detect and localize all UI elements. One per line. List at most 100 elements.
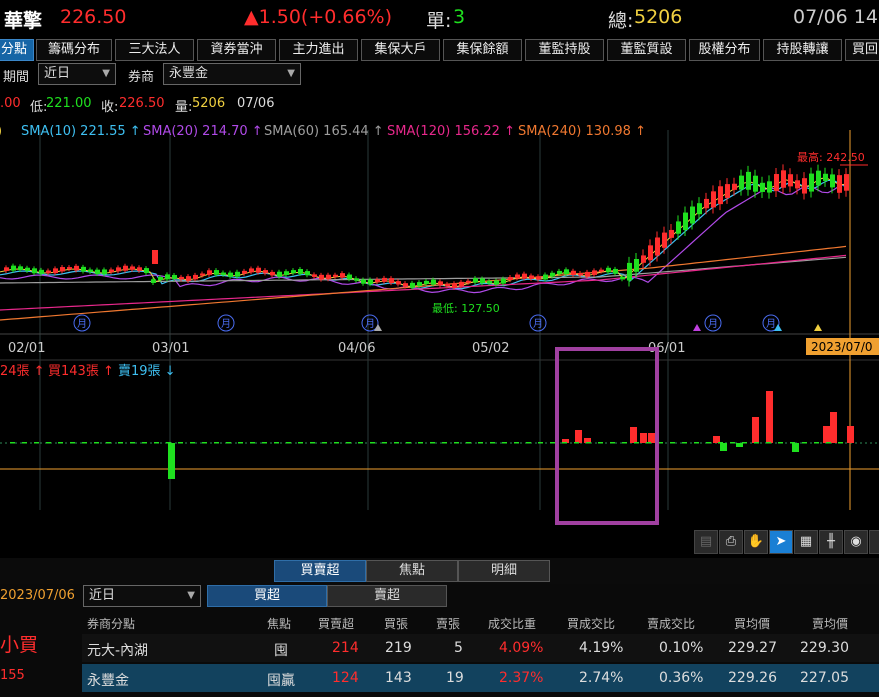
event-markers: 月月月月月月 <box>73 314 822 332</box>
row-sell-avg: 227.05 <box>800 670 849 686</box>
tab-branch[interactable]: 分點 <box>0 39 34 61</box>
toggle-net-buy[interactable]: 買超 <box>207 585 327 607</box>
broker-select-value: 永豐金 <box>169 66 209 81</box>
tab-net-buy-sell[interactable]: 買賣超 <box>274 560 366 582</box>
tab-director-pledge[interactable]: 董監質設 <box>607 39 686 61</box>
price-low-label: 最低: 127.50 <box>432 302 500 315</box>
quote-date: 07/06 14 <box>793 6 878 28</box>
volume-bar <box>640 433 647 443</box>
volume-bar <box>830 412 837 443</box>
candle-body <box>270 271 275 276</box>
table-row[interactable]: 元大-內湖 囤 214 219 5 4.09% 4.19% 0.10% 229.… <box>82 634 879 662</box>
row-weight: 2.37% <box>499 670 544 686</box>
row-net: 214 <box>332 640 359 656</box>
tab-institutional[interactable]: 三大法人 <box>115 39 194 61</box>
sell-volume: 賣19張 ↓ <box>118 364 176 379</box>
col-weight[interactable]: 成交比重 <box>488 615 536 632</box>
volume-bar <box>575 430 582 443</box>
candle-body <box>634 259 639 272</box>
col-buy-ratio[interactable]: 買成交比 <box>567 615 615 632</box>
candle-body <box>172 274 177 280</box>
tab-tdcc-balance[interactable]: 集保餘額 <box>443 39 522 61</box>
volume-bar-small <box>466 442 471 444</box>
candle-body <box>221 272 226 275</box>
print-icon[interactable]: ⎙ <box>719 530 743 554</box>
toggle-net-sell[interactable]: 賣超 <box>327 585 447 607</box>
candle-body <box>340 273 345 278</box>
tab-focus[interactable]: 焦點 <box>366 560 458 582</box>
broker-label: 券商 <box>128 70 155 85</box>
candle-body <box>606 267 611 273</box>
candle-body <box>354 278 359 281</box>
candle-body <box>515 274 520 279</box>
tab-details[interactable]: 明細 <box>458 560 550 582</box>
month-marker-text: 月 <box>221 318 231 330</box>
range-select-value: 近日 <box>89 588 116 603</box>
candle-body <box>732 183 737 190</box>
event-triangle-icon <box>814 324 822 331</box>
candle-body <box>319 274 324 280</box>
tab-buyback[interactable]: 買回 <box>845 39 879 61</box>
candle-body <box>473 278 478 283</box>
candle-body <box>123 265 128 271</box>
col-net[interactable]: 買賣超 <box>318 615 354 632</box>
col-sell[interactable]: 賣張 <box>436 615 460 632</box>
hand-icon[interactable]: ✋ <box>744 530 768 554</box>
col-buy-avg[interactable]: 買均價 <box>734 615 770 632</box>
volume-bar-small <box>370 442 375 444</box>
col-buy[interactable]: 買張 <box>384 615 408 632</box>
chart-labels: 最高: 242.50 最低: 127.50 02/01 03/01 04/06 05/02… <box>8 150 879 525</box>
tab-main-force[interactable]: 主力進出 <box>279 39 358 61</box>
single-volume: 3 <box>453 6 466 28</box>
volume-bar-small <box>34 442 39 444</box>
tab-tdcc-large-holders[interactable]: 集保大戶 <box>361 39 440 61</box>
table-row-selected[interactable]: 永豐金 囤贏 124 143 19 2.37% 2.74% 0.36% 229.… <box>82 664 879 692</box>
table-icon[interactable]: ▦ <box>794 530 818 554</box>
cursor-icon[interactable]: ➤ <box>769 530 793 554</box>
candle-body <box>46 270 51 274</box>
volume-bar-small <box>562 442 567 444</box>
candle-body <box>228 272 233 277</box>
col-broker[interactable]: 券商分點 <box>87 615 135 632</box>
volume-bar-small <box>706 442 711 444</box>
more-icon[interactable]: › <box>869 530 879 554</box>
tab-chip-distribution[interactable]: 籌碼分布 <box>36 39 112 61</box>
col-sell-avg[interactable]: 賣均價 <box>812 615 848 632</box>
price-change: ▲1.50(+0.66%) <box>244 6 393 28</box>
candle-body <box>648 245 653 261</box>
document-icon[interactable]: ▤ <box>694 530 718 554</box>
tab-bar: 分點 籌碼分布 三大法人 資券當沖 主力進出 集保大戶 集保餘額 董監持股 董監… <box>0 38 879 62</box>
col-focus[interactable]: 焦點 <box>267 615 291 632</box>
tab-margin-daytrade[interactable]: 資券當沖 <box>197 39 276 61</box>
candle-body <box>592 270 597 275</box>
tab-director-holdings[interactable]: 董監持股 <box>525 39 604 61</box>
period-select[interactable]: 近日 ▼ <box>38 63 116 85</box>
candle-body <box>186 276 191 281</box>
broker-select[interactable]: 永豐金 ▼ <box>163 63 301 85</box>
candle-body <box>501 278 506 284</box>
volume-bar <box>168 443 175 479</box>
candle-body <box>417 282 422 286</box>
period-select-value: 近日 <box>44 66 71 81</box>
volume-bar-small <box>22 442 27 444</box>
candle-body <box>669 229 674 238</box>
candle-body <box>445 283 450 287</box>
candle-body <box>578 273 583 276</box>
volume-bar <box>792 443 799 452</box>
tab-share-transfer[interactable]: 持股轉讓 <box>763 39 842 61</box>
range-select[interactable]: 近日 ▼ <box>83 585 201 607</box>
table-date: 2023/07/06 <box>0 588 75 603</box>
tab-equity-distribution[interactable]: 股權分布 <box>689 39 760 61</box>
eye-icon[interactable]: ◉ <box>844 530 868 554</box>
col-sell-ratio[interactable]: 賣成交比 <box>647 615 695 632</box>
kline-chart[interactable]: 月 月 月 月 月 月 最高: 242.50 最低: 127.50 02/01 03/01 04/… <box>0 120 879 530</box>
candle-body <box>662 232 667 248</box>
ma240-line <box>0 245 847 321</box>
candle-body <box>298 268 303 274</box>
candle-body <box>704 198 709 209</box>
candle-body <box>466 280 471 283</box>
volume-bar-small <box>406 442 411 444</box>
month-marker-text: 月 <box>708 318 718 330</box>
bar-chart-icon[interactable]: ╫ <box>819 530 843 554</box>
close-label: 收: <box>101 100 119 115</box>
